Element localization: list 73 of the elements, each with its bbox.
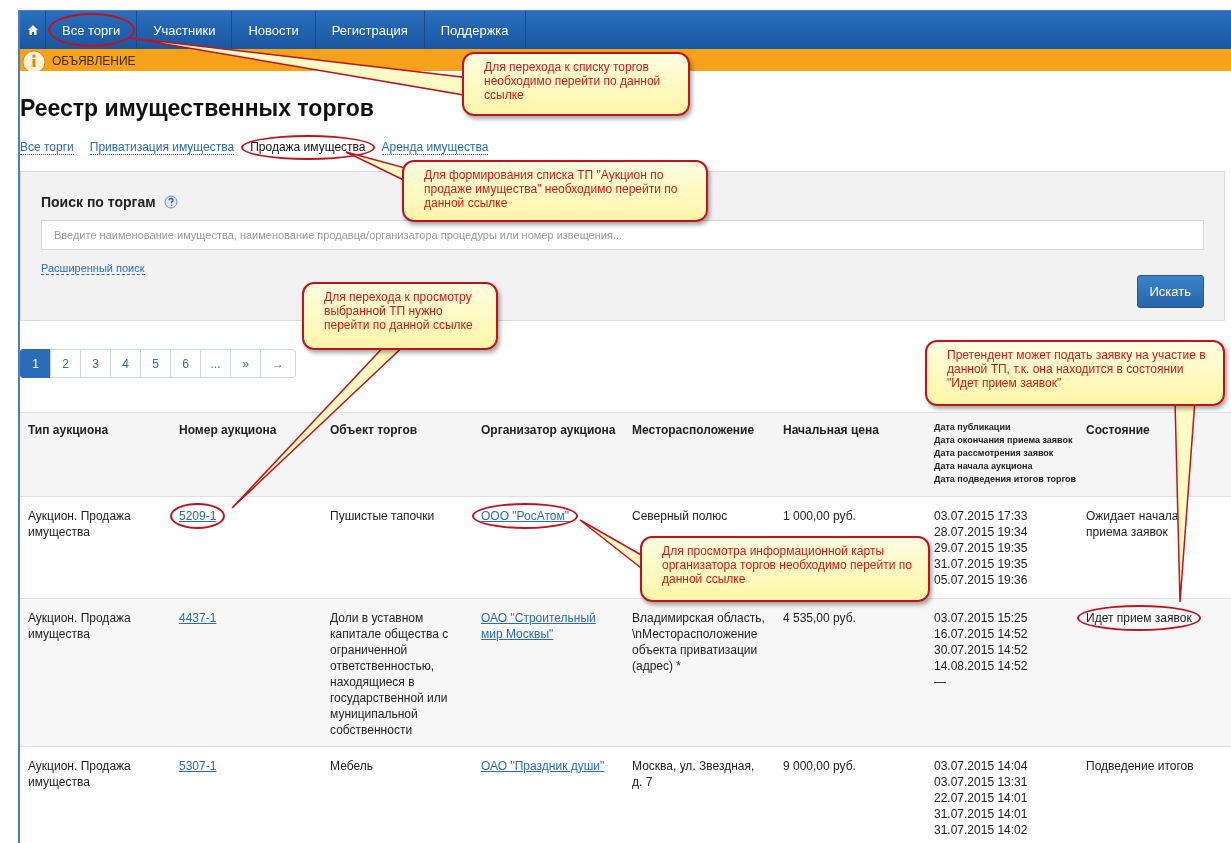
- callout-note: Для перехода к списку торгов необходимо перейти по данной ссылке: [462, 52, 690, 116]
- column-header: Дата начала аукциона: [934, 460, 1033, 473]
- status-cell: Подведение итогов: [1086, 758, 1194, 774]
- announcement-label: ОБЪЯВЛЕНИЕ: [52, 53, 136, 70]
- date-cell-text: 31.07.2015 19:35: [934, 556, 1029, 572]
- date-cell-text: 03.07.2015 13:31: [934, 774, 1029, 790]
- search-field[interactable]: Введите наименование имущества, наименование продавца/организатора процедуры или номер извещения...: [41, 220, 1204, 250]
- date-cell-text: 05.07.2015 19:36: [934, 572, 1029, 588]
- page-button[interactable]: →: [260, 349, 296, 378]
- date-cell-text: 03.07.2015 15:25: [934, 610, 1029, 626]
- date-cell-text: 16.07.2015 14:52: [934, 626, 1029, 642]
- page-button[interactable]: 3: [80, 349, 111, 378]
- help-icon[interactable]: [163, 195, 178, 209]
- status-cell: Идет прием заявок: [1086, 610, 1192, 626]
- category-tab[interactable]: Аренда имущества: [381, 140, 489, 155]
- organizer-link[interactable]: ООО "РосАтом": [481, 508, 570, 524]
- table-cell: Мебель: [330, 759, 373, 773]
- organizer-link[interactable]: ОАО "Строительный мир Москвы": [481, 610, 616, 642]
- page-button[interactable]: 2: [50, 349, 81, 378]
- category-tab[interactable]: Продажа имущества: [250, 140, 366, 155]
- date-cell-text: 28.07.2015 19:34: [934, 524, 1029, 540]
- page-button[interactable]: 6: [170, 349, 201, 378]
- date-cell-text: —: [934, 674, 947, 690]
- page-button[interactable]: ...: [200, 349, 231, 378]
- date-cell-text: 14.08.2015 14:52: [934, 658, 1029, 674]
- auction-number-link[interactable]: 4437-1: [179, 610, 217, 626]
- callout-note: Претендент может подать заявку на участие в данной ТП, т.к. она находится в состоянии "Идет прием заявок": [925, 340, 1225, 406]
- table-cell: Владимирская область, \nМесторасположение объекта приватизации (адрес) *: [632, 611, 765, 673]
- column-header: Дата рассмотрения заявок: [934, 447, 1054, 460]
- column-header: Начальная цена: [783, 423, 879, 437]
- date-cell-text: 30.07.2015 14:52: [934, 642, 1029, 658]
- date-cell-text: 31.07.2015 14:01: [934, 806, 1029, 822]
- date-cell-text: 31.07.2015 14:02: [934, 822, 1029, 838]
- advanced-search-link[interactable]: Расширенный поиск: [41, 262, 145, 275]
- table-cell: 1 000,00 руб.: [783, 509, 856, 523]
- date-cell-text: 03.07.2015 14:04: [934, 758, 1029, 774]
- table-cell: 4 535,00 руб.: [783, 611, 856, 625]
- table-cell: Москва, ул. Звездная, д. 7: [632, 759, 755, 789]
- table-cell: Пушистые тапочки: [330, 509, 435, 523]
- category-tab[interactable]: Все торги: [20, 140, 74, 155]
- date-cell-text: 29.07.2015 19:35: [934, 540, 1029, 556]
- date-cell-text: 22.07.2015 14:01: [934, 790, 1029, 806]
- table-cell: 9 000,00 руб.: [783, 759, 856, 773]
- auction-number-link[interactable]: 5209-1: [179, 508, 217, 524]
- search-title: Поиск по торгам: [41, 194, 156, 210]
- page-button[interactable]: »: [230, 349, 261, 378]
- info-icon: [22, 49, 46, 71]
- table-cell: Аукцион. Продажа имущества: [28, 509, 131, 539]
- page-button[interactable]: 4: [110, 349, 141, 378]
- column-header: Дата публикации: [934, 421, 1011, 434]
- column-header: Месторасположение: [632, 423, 755, 437]
- date-cell-text: 03.07.2015 17:33: [934, 508, 1029, 524]
- auction-number-link[interactable]: 5307-1: [179, 758, 217, 774]
- table-cell: Аукцион. Продажа имущества: [28, 759, 131, 789]
- page-button[interactable]: 5: [140, 349, 171, 378]
- column-header: Организатор аукциона: [481, 423, 616, 437]
- table-cell: Доли в уставном капитале общества с ограниченной ответственностью, находящиеся в государственной или муниципальной собственности: [330, 611, 449, 737]
- callout-note: Для просмотра информационной карты организатора торгов необходимо перейти по данной ссылке: [640, 536, 930, 602]
- table-cell: Северный полюс: [632, 509, 728, 523]
- table-cell: Аукцион. Продажа имущества: [28, 611, 131, 641]
- column-header: Тип аукциона: [28, 423, 109, 437]
- organizer-link[interactable]: ОАО "Праздник души": [481, 758, 605, 774]
- page-button[interactable]: 1: [20, 349, 51, 378]
- column-header: Номер аукциона: [179, 423, 277, 437]
- search-button[interactable]: Искать: [1136, 275, 1204, 308]
- column-header: Дата подведения итогов торгов: [934, 473, 1077, 486]
- page-title: Реестр имущественных торгов: [20, 95, 374, 122]
- column-header: Дата окончания приема заявок: [934, 434, 1073, 447]
- column-header: Объект торгов: [330, 423, 418, 437]
- callout-note: Для формирования списка ТП "Аукцион по продаже имущества" необходимо перейти по данной ссылке: [402, 160, 708, 222]
- column-header: Состояние: [1086, 423, 1150, 437]
- category-tab[interactable]: Приватизация имущества: [89, 140, 235, 155]
- callout-note: Для перехода к просмотру выбранной ТП нужно перейти по данной ссылке: [302, 282, 498, 350]
